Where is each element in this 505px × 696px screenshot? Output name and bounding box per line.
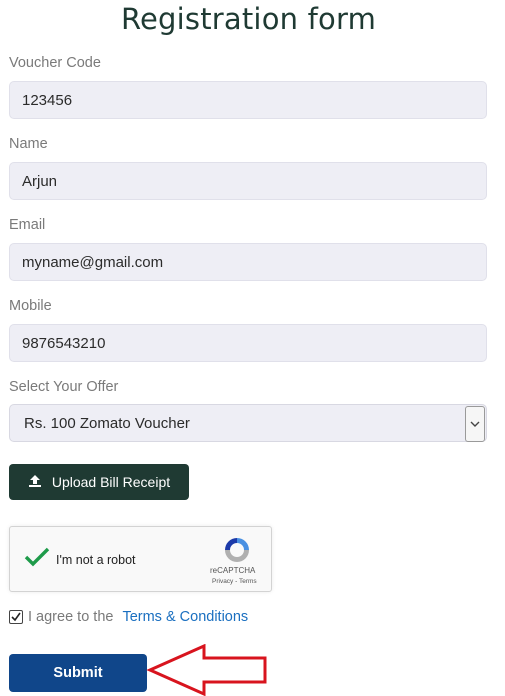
offer-select[interactable]: Rs. 100 Zomato Voucher	[9, 404, 487, 442]
offer-label: Select Your Offer	[9, 379, 119, 395]
checkmark-icon	[24, 547, 50, 567]
recaptcha-privacy-terms[interactable]: Privacy - Terms	[212, 578, 257, 585]
name-input[interactable]	[9, 162, 487, 200]
recaptcha-checkbox[interactable]	[24, 546, 50, 573]
recaptcha-label: I'm not a robot	[56, 553, 136, 567]
checkmark-icon	[11, 612, 21, 622]
terms-link[interactable]: Terms & Conditions	[122, 609, 248, 625]
recaptcha-brand: reCAPTCHA	[210, 566, 256, 575]
mobile-label: Mobile	[9, 298, 52, 314]
recaptcha-widget: I'm not a robot reCAPTCHA Privacy - Term…	[9, 526, 272, 592]
upload-bill-receipt-button[interactable]: Upload Bill Receipt	[9, 464, 189, 500]
terms-text: I agree to the	[28, 609, 114, 625]
mobile-input[interactable]	[9, 324, 487, 362]
voucher-code-label: Voucher Code	[9, 55, 101, 71]
submit-button[interactable]: Submit	[9, 654, 147, 692]
chevron-down-icon[interactable]	[465, 406, 485, 442]
terms-checkbox[interactable]	[9, 610, 23, 624]
upload-icon	[28, 474, 42, 491]
annotation-arrow-icon	[146, 644, 267, 696]
voucher-code-input[interactable]	[9, 81, 487, 119]
email-label: Email	[9, 217, 46, 233]
page-title: Registration form	[120, 2, 377, 36]
recaptcha-logo-icon	[223, 536, 251, 569]
offer-selected-value: Rs. 100 Zomato Voucher	[24, 415, 190, 432]
terms-agreement: I agree to the Terms & Conditions	[9, 609, 248, 625]
upload-label: Upload Bill Receipt	[51, 474, 171, 490]
email-input[interactable]	[9, 243, 487, 281]
name-label: Name	[9, 136, 48, 152]
